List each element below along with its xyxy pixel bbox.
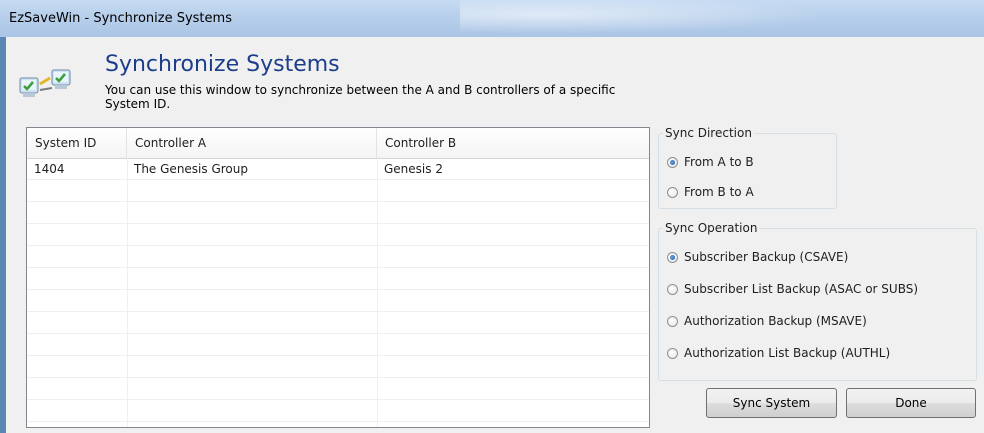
radio-label: Authorization Backup (MSAVE) (684, 314, 867, 328)
radio-authorization-backup[interactable]: Authorization Backup (MSAVE) (667, 312, 867, 330)
table-row-empty (27, 290, 649, 312)
sync-computers-icon (18, 66, 76, 108)
radio-selected-icon (667, 156, 678, 168)
radio-authorization-list-backup[interactable]: Authorization List Backup (AUTHL) (667, 344, 890, 362)
table-row-empty (27, 246, 649, 268)
radio-from-a-to-b[interactable]: From A to B (667, 153, 754, 171)
table-row-empty (27, 378, 649, 400)
page-description: You can use this window to synchronize b… (105, 83, 616, 111)
sync-operation-legend: Sync Operation (665, 221, 758, 235)
table-row-empty (27, 334, 649, 356)
table-row-empty (27, 356, 649, 378)
page-title: Synchronize Systems (105, 52, 340, 77)
client-area: Synchronize Systems You can use this win… (6, 37, 984, 433)
sync-direction-legend: Sync Direction (665, 126, 752, 140)
table-row-empty (27, 400, 649, 422)
radio-label: From B to A (684, 185, 754, 199)
radio-unselected-icon (667, 347, 678, 359)
radio-label: Authorization List Backup (AUTHL) (684, 346, 891, 360)
title-bar-glow (460, 0, 880, 37)
radio-selected-icon (667, 251, 678, 263)
radio-subscriber-backup[interactable]: Subscriber Backup (CSAVE) (667, 248, 848, 266)
table-row-empty (27, 224, 649, 246)
radio-label: Subscriber Backup (CSAVE) (684, 250, 849, 264)
cell-controller-a: The Genesis Group (134, 162, 248, 176)
table-row-empty (27, 312, 649, 334)
column-header-controller-a[interactable]: Controller A (127, 128, 377, 158)
radio-from-b-to-a[interactable]: From B to A (667, 183, 754, 201)
radio-label: Subscriber List Backup (ASAC or SUBS) (684, 282, 919, 296)
table-row-empty (27, 268, 649, 290)
radio-label: From A to B (684, 155, 754, 169)
sync-operation-group: Sync Operation Subscriber Backup (CSAVE)… (658, 221, 977, 381)
title-bar[interactable]: EzSaveWin - Synchronize Systems (0, 0, 984, 37)
sync-direction-group: Sync Direction From A to B From B to A (658, 126, 837, 209)
column-header-system-id[interactable]: System ID (27, 128, 127, 158)
table-row[interactable]: 1404 The Genesis Group Genesis 2 (27, 158, 649, 180)
systems-grid[interactable]: System ID Controller A Controller B 1404… (26, 127, 650, 428)
table-row-empty (27, 180, 649, 202)
radio-unselected-icon (667, 283, 678, 295)
table-row-empty (27, 202, 649, 224)
column-header-controller-b[interactable]: Controller B (377, 128, 649, 158)
sync-system-button[interactable]: Sync System (706, 388, 837, 418)
radio-subscriber-list-backup[interactable]: Subscriber List Backup (ASAC or SUBS) (667, 280, 918, 298)
window-title: EzSaveWin - Synchronize Systems (9, 11, 232, 26)
cell-controller-b: Genesis 2 (384, 162, 443, 176)
radio-unselected-icon (667, 186, 678, 198)
radio-unselected-icon (667, 315, 678, 327)
done-button[interactable]: Done (846, 388, 976, 418)
cell-system-id: 1404 (34, 162, 65, 176)
grid-header: System ID Controller A Controller B (27, 128, 649, 159)
